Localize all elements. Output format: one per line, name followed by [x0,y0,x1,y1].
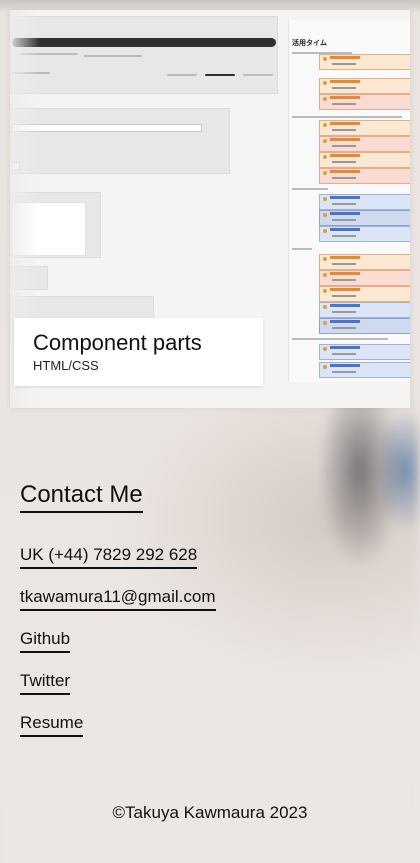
card-subtitle: HTML/CSS [33,358,99,373]
preview-slot [319,54,410,70]
preview-slot [319,226,410,242]
preview-slot [319,210,410,226]
preview-slot [319,120,410,136]
preview-slot [319,168,410,184]
phone-link[interactable]: UK (+44) 7829 292 628 [20,544,198,569]
preview-select [12,124,202,132]
preview-slot [319,152,410,168]
preview-slot [319,362,410,378]
email-link[interactable]: tkawamura11@gmail.com [20,586,216,611]
preview-slot [319,286,410,302]
twitter-link[interactable]: Twitter [20,670,71,695]
github-link[interactable]: Github [20,628,71,653]
preview-pill [84,55,142,57]
preview-slot [319,136,410,152]
preview-slot [319,270,410,286]
preview-slot [319,318,410,334]
card-caption: Component parts HTML/CSS [14,318,263,386]
preview-slot [319,94,410,110]
preview-note [292,248,312,250]
footer-copyright: ©Takuya Kawmaura 2023 [112,803,308,822]
preview-slot [319,344,410,360]
card-title: Component parts [33,330,202,355]
preview-note [292,188,328,190]
resume-link[interactable]: Resume [20,712,84,737]
preview-right-mock: 活用タイム [288,20,410,382]
preview-slot [319,254,410,270]
preview-dark-bar [12,38,276,47]
preview-pill [205,74,235,76]
preview-note [292,116,402,118]
preview-note [292,338,388,340]
preview-pill [167,74,197,76]
preview-slot [319,302,410,318]
preview-slot [319,194,410,210]
preview-panel [10,16,278,94]
contact-heading: Contact Me [20,480,143,513]
preview-panel [10,108,230,174]
preview-slot [319,78,410,94]
preview-pill [243,74,273,76]
preview-right-title: 活用タイム [292,39,327,47]
